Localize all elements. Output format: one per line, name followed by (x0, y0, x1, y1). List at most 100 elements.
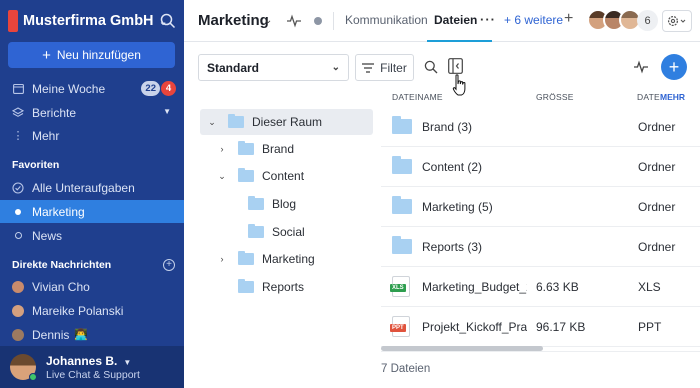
table-row[interactable]: PPT Projekt_Kickoff_Praes 96.17 KB PPT (381, 307, 700, 347)
avatar (12, 304, 24, 317)
file-type: Ordner (638, 160, 676, 174)
column-header-date[interactable]: DATE (637, 92, 660, 102)
dm-mareike-polanski[interactable]: Mareike Polanski (0, 299, 184, 322)
chevron-right-icon[interactable]: › (216, 144, 228, 154)
search-icon[interactable] (160, 13, 176, 29)
file-size: 96.17 KB (536, 320, 586, 334)
chevron-down-icon: ⌄ (331, 62, 340, 73)
more-tabs-link[interactable]: + 6 weitere (504, 13, 563, 27)
file-type: Ordner (638, 240, 676, 254)
favorite-news[interactable]: News (0, 224, 184, 247)
folder-icon (392, 116, 412, 134)
folder-icon (238, 279, 254, 293)
tab-dateien[interactable]: Dateien (434, 13, 477, 27)
online-status-icon (29, 373, 37, 381)
search-icon[interactable] (424, 60, 438, 74)
tree-item-marketing[interactable]: › Marketing (216, 246, 315, 272)
settings-button[interactable] (662, 10, 692, 32)
workspace-logo (8, 10, 18, 32)
file-name: Brand (3) (422, 120, 473, 134)
file-icon-label: XLS (390, 284, 406, 292)
vertical-dots-icon: ⋮ (12, 130, 24, 142)
file-size: 6.63 KB (536, 280, 579, 294)
dot-icon (12, 206, 24, 218)
status-dot-icon[interactable] (314, 17, 322, 25)
chevron-down-icon[interactable]: ⌄ (206, 117, 218, 128)
tree-item-brand[interactable]: › Brand (216, 136, 294, 162)
table-row[interactable]: Brand (3) Ordner (381, 107, 700, 147)
tab-options-icon[interactable]: ··· (480, 12, 496, 27)
table-row[interactable]: Content (2) Ordner (381, 147, 700, 187)
user-profile[interactable]: Johannes B. ▼ Live Chat & Support (0, 346, 184, 388)
add-file-button[interactable]: + (661, 54, 687, 80)
sidebar: Musterfirma GmbH ⌄ + Neu hinzufügen Mein… (0, 0, 184, 388)
favorite-label: News (32, 228, 63, 243)
file-name: Marketing (5) (422, 200, 493, 214)
dm-label: Vivian Cho (32, 279, 90, 294)
page-title[interactable]: Marketing (198, 12, 269, 29)
chevron-right-icon[interactable]: › (216, 254, 228, 264)
filter-button[interactable]: Filter (355, 54, 414, 81)
workspace-name: Musterfirma GmbH (23, 13, 154, 29)
add-tab-icon[interactable]: + (564, 10, 573, 28)
top-bar: Marketing ⌄ Kommunikation Dateien ··· + … (184, 0, 700, 42)
member-count[interactable]: 6 (637, 10, 658, 31)
tree-item-social[interactable]: Social (226, 219, 305, 245)
file-type: Ordner (638, 120, 676, 134)
folder-icon (238, 251, 254, 265)
add-dm-icon[interactable]: + (163, 259, 175, 271)
add-new-button[interactable]: + Neu hinzufügen (8, 42, 175, 68)
table-row[interactable]: XLS Marketing_Budget_20 6.63 KB XLS (381, 267, 700, 307)
folder-icon (248, 196, 264, 210)
folder-icon (238, 168, 254, 182)
file-name: Reports (3) (422, 240, 483, 254)
dm-dennis[interactable]: Dennis 👨‍💻 (0, 323, 184, 346)
gear-icon (667, 15, 686, 27)
activity-icon[interactable] (287, 14, 301, 28)
tree-label: Content (262, 169, 305, 183)
tree-item-dieser-raum[interactable]: ⌄ Dieser Raum (200, 109, 373, 135)
tree-label: Blog (272, 197, 297, 211)
nav-item-meine-woche[interactable]: Meine Woche 22 4 (0, 77, 184, 100)
user-avatar (10, 354, 37, 381)
direct-messages-heading: Direkte Nachrichten (12, 259, 112, 271)
favorite-label: Alle Unteraufgaben (32, 180, 135, 195)
favorite-label: Marketing (32, 204, 85, 219)
nav-item-mehr[interactable]: ⋮ Mehr (0, 124, 184, 147)
column-header-size[interactable]: GRÖSSE (536, 92, 574, 102)
table-row[interactable]: Reports (3) Ordner (381, 227, 700, 267)
favorite-marketing[interactable]: Marketing (0, 200, 184, 223)
tree-label: Brand (262, 142, 295, 156)
tree-label: Social (272, 225, 305, 239)
column-more-link[interactable]: MEHR (660, 92, 685, 102)
tab-kommunikation[interactable]: Kommunikation (345, 13, 428, 27)
folder-icon (392, 156, 412, 174)
chevron-down-icon[interactable]: ⌄ (264, 15, 272, 26)
activity-icon[interactable] (634, 60, 648, 74)
tree-item-blog[interactable]: Blog (226, 191, 296, 217)
view-select-value: Standard (207, 60, 260, 75)
calendar-icon (12, 83, 24, 95)
toggle-panel-icon[interactable] (448, 58, 463, 74)
folder-icon (238, 141, 254, 155)
dm-vivian-cho[interactable]: Vivian Cho (0, 275, 184, 298)
file-name: Content (2) (422, 160, 483, 174)
favorite-alle-unteraufgaben[interactable]: Alle Unteraufgaben (0, 176, 184, 199)
file-type: PPT (638, 320, 662, 334)
divider (333, 12, 334, 30)
filter-icon (362, 62, 375, 73)
tree-label: Marketing (262, 252, 315, 266)
workspace-switcher[interactable]: Musterfirma GmbH ⌄ (0, 0, 184, 42)
member-avatars[interactable] (587, 9, 641, 31)
nav-item-berichte[interactable]: Berichte ▼ (0, 101, 184, 124)
table-row[interactable]: Marketing (5) Ordner (381, 187, 700, 227)
tree-item-reports[interactable]: Reports (216, 274, 304, 300)
caret-down-icon: ▼ (123, 357, 132, 367)
active-tab-indicator (427, 40, 492, 42)
filter-label: Filter (380, 60, 407, 75)
column-header-name[interactable]: DATEINAME (392, 92, 443, 102)
tree-item-content[interactable]: ⌄ Content (216, 163, 304, 189)
chevron-down-icon[interactable]: ⌄ (216, 171, 228, 182)
file-icon-label: PPT (390, 324, 406, 332)
view-select[interactable]: Standard ⌄ (198, 54, 349, 81)
